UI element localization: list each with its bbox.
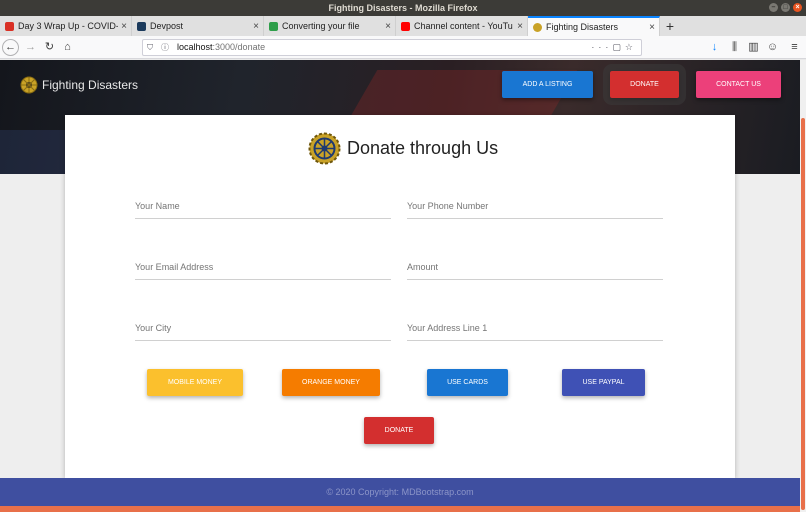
rotary-icon bbox=[533, 22, 542, 32]
converter-icon bbox=[269, 21, 278, 31]
site-logo[interactable]: Fighting Disasters bbox=[20, 76, 138, 94]
page-scrollbar[interactable] bbox=[800, 60, 806, 512]
window-title-bar: Fighting Disasters - Mozilla Firefox – □… bbox=[0, 0, 806, 16]
rotary-logo-icon bbox=[20, 76, 38, 94]
url-path: :3000/donate bbox=[212, 42, 266, 52]
new-tab-icon[interactable]: + bbox=[660, 16, 680, 36]
window-title: Fighting Disasters - Mozilla Firefox bbox=[328, 3, 478, 13]
page-actions: ···▢☆ bbox=[591, 40, 637, 55]
address-field[interactable]: Your Address Line 1 bbox=[407, 319, 663, 341]
web-page: Fighting Disasters ADD A LISTING DONATE … bbox=[0, 60, 800, 512]
form-title: Donate through Us bbox=[347, 138, 499, 158]
city-field[interactable]: Your City bbox=[135, 319, 391, 341]
tab-title: Channel content - YouTu bbox=[414, 21, 513, 31]
phone-field[interactable]: Your Phone Number bbox=[407, 197, 663, 219]
close-tab-icon[interactable]: × bbox=[649, 22, 655, 33]
mobile-money-button[interactable]: MOBILE MONEY bbox=[147, 369, 243, 396]
close-tab-icon[interactable]: × bbox=[517, 21, 523, 32]
browser-tab[interactable]: Day 3 Wrap Up - COVID- × bbox=[0, 16, 132, 36]
maximize-icon[interactable]: □ bbox=[781, 3, 790, 12]
tab-title: Fighting Disasters bbox=[546, 22, 619, 32]
use-cards-button[interactable]: USE CARDS bbox=[427, 369, 508, 396]
navigation-toolbar: ← → ↻ ⌂ ⛉ ⓘ localhost:3000/donate ···▢☆ … bbox=[0, 36, 806, 59]
form-header: Donate through Us bbox=[308, 132, 498, 165]
tab-strip: Day 3 Wrap Up - COVID- × Devpost × Conve… bbox=[0, 16, 806, 36]
copyright-text: © 2020 Copyright: bbox=[326, 487, 400, 497]
nav-donate-button[interactable]: DONATE bbox=[603, 64, 686, 105]
account-icon[interactable]: ☺ bbox=[764, 39, 781, 56]
sidebar-icon[interactable]: ▥ bbox=[745, 39, 762, 56]
donate-form-card: Donate through Us Your Name Your Phone N… bbox=[65, 115, 735, 478]
page-actions-icon[interactable]: ··· bbox=[591, 42, 612, 52]
youtube-icon bbox=[401, 21, 410, 31]
browser-tab[interactable]: Devpost × bbox=[132, 16, 264, 36]
orange-money-button[interactable]: ORANGE MONEY bbox=[282, 369, 380, 396]
downloads-icon[interactable]: ↓ bbox=[706, 39, 723, 56]
browser-tab-active[interactable]: Fighting Disasters × bbox=[528, 16, 660, 36]
brand-name: Fighting Disasters bbox=[42, 78, 139, 92]
close-tab-icon[interactable]: × bbox=[121, 21, 127, 32]
gmail-icon bbox=[5, 21, 14, 31]
back-icon[interactable]: ← bbox=[2, 39, 19, 56]
close-tab-icon[interactable]: × bbox=[385, 21, 391, 32]
close-tab-icon[interactable]: × bbox=[253, 21, 259, 32]
amount-field[interactable]: Amount bbox=[407, 258, 663, 280]
close-window-icon[interactable]: × bbox=[793, 3, 802, 12]
browser-tab[interactable]: Channel content - YouTu × bbox=[396, 16, 528, 36]
mdbootstrap-link[interactable]: MDBootstrap.com bbox=[402, 487, 474, 497]
home-icon[interactable]: ⌂ bbox=[59, 39, 76, 56]
menu-icon[interactable]: ≡ bbox=[786, 39, 803, 56]
window-controls: – □ × bbox=[769, 3, 802, 12]
scrollbar-thumb[interactable] bbox=[801, 118, 805, 510]
url-host: localhost bbox=[177, 42, 213, 52]
browser-tab[interactable]: Converting your file × bbox=[264, 16, 396, 36]
forward-icon[interactable]: → bbox=[22, 39, 39, 56]
reload-icon[interactable]: ↻ bbox=[41, 39, 58, 56]
use-paypal-button[interactable]: USE PAYPAL bbox=[562, 369, 645, 396]
url-bar[interactable]: ⛉ ⓘ localhost:3000/donate ···▢☆ bbox=[142, 39, 642, 56]
library-icon[interactable]: ⫼ bbox=[726, 39, 743, 56]
email-field[interactable]: Your Email Address bbox=[135, 258, 391, 280]
tab-title: Converting your file bbox=[282, 21, 360, 31]
name-field[interactable]: Your Name bbox=[135, 197, 391, 219]
bookmark-star-icon[interactable]: ☆ bbox=[625, 42, 637, 52]
page-footer: © 2020 Copyright: MDBootstrap.com bbox=[0, 478, 800, 506]
tab-title: Day 3 Wrap Up - COVID- bbox=[18, 21, 119, 31]
pocket-icon[interactable]: ▢ bbox=[612, 42, 625, 52]
shield-icon[interactable]: ⛉ bbox=[147, 40, 153, 55]
tab-title: Devpost bbox=[150, 21, 184, 31]
devpost-icon bbox=[137, 21, 146, 31]
page-bottom-strip bbox=[0, 506, 800, 512]
minimize-icon[interactable]: – bbox=[769, 3, 778, 12]
rotary-emblem-icon bbox=[308, 132, 341, 165]
add-listing-button[interactable]: ADD A LISTING bbox=[502, 71, 593, 98]
info-icon[interactable]: ⓘ bbox=[161, 40, 169, 55]
contact-us-button[interactable]: CONTACT US bbox=[696, 71, 781, 98]
donate-submit-button[interactable]: DONATE bbox=[364, 417, 434, 444]
